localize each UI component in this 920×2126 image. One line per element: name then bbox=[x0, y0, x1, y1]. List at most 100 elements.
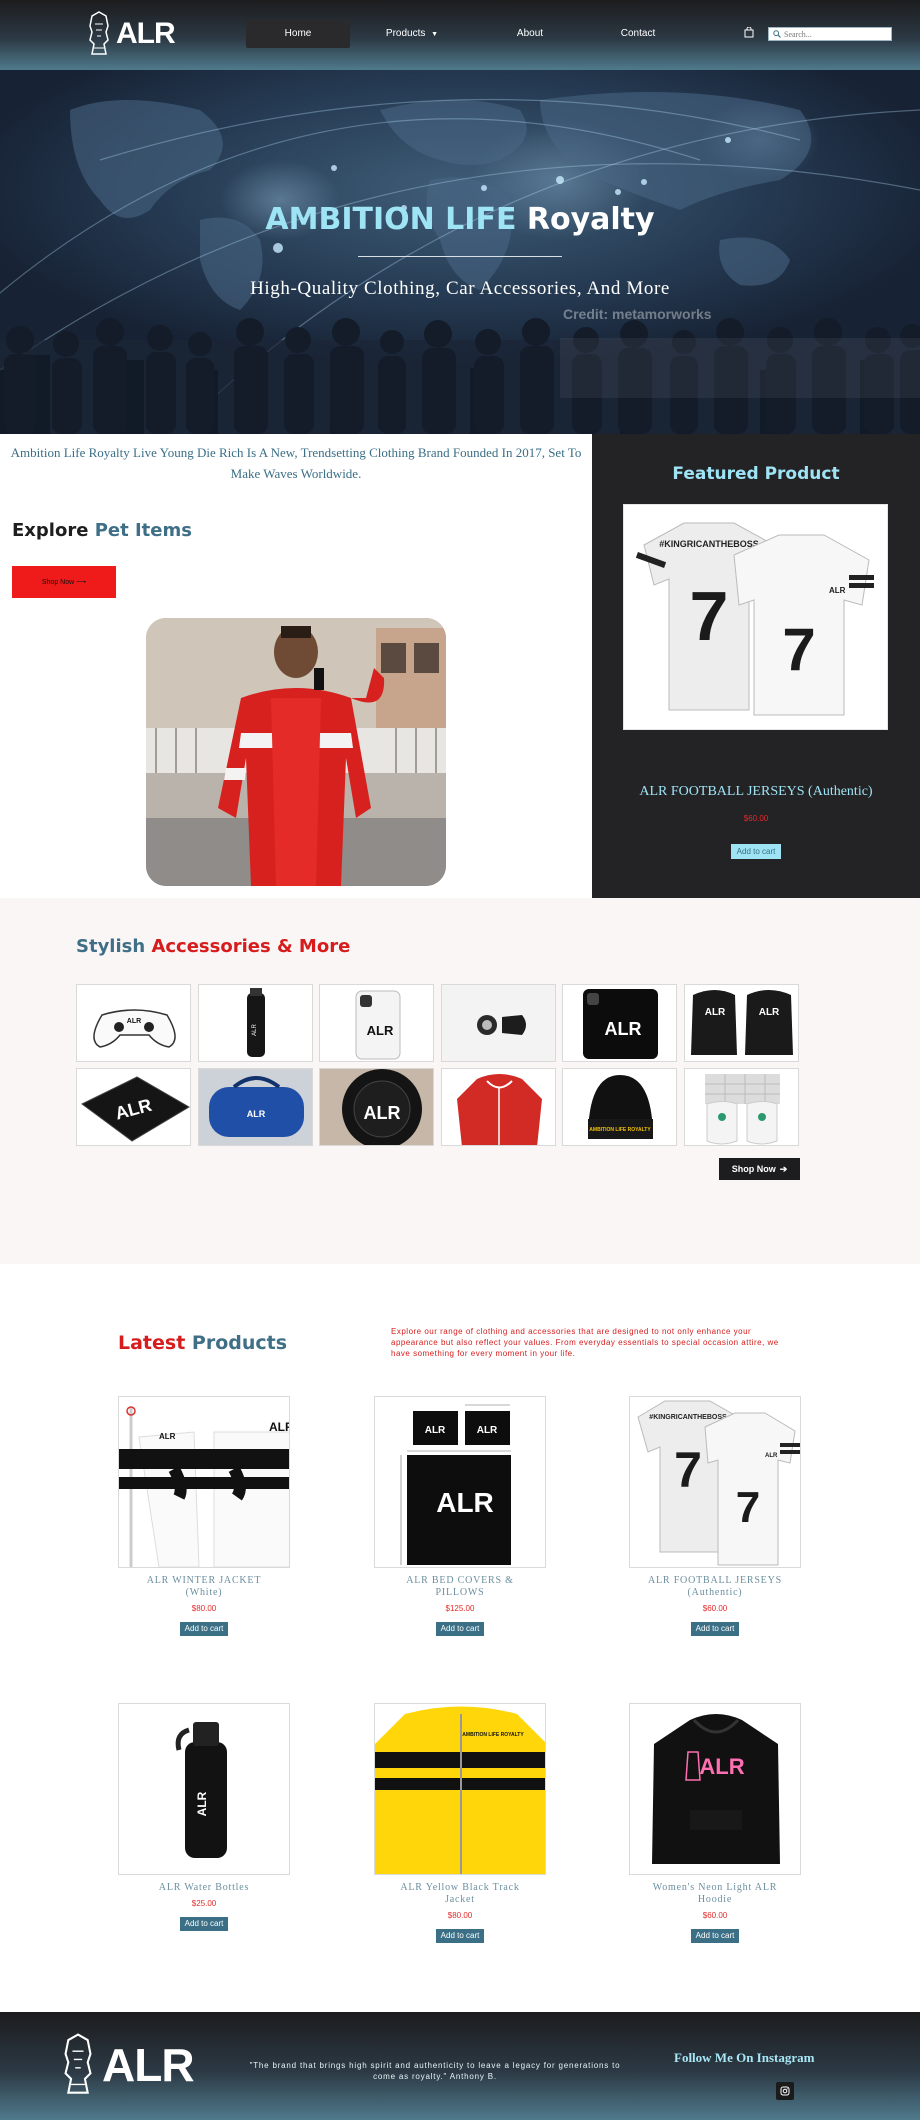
product-price: $125.00 bbox=[445, 1604, 475, 1613]
hero-title: AMBITION LIFE Royalty bbox=[0, 202, 920, 237]
accessory-tile-tire-cover[interactable]: ALR bbox=[319, 1068, 434, 1146]
arrow-right-icon: ➔ bbox=[779, 1163, 788, 1174]
search-box bbox=[768, 27, 892, 41]
latest-description: Explore our range of clothing and access… bbox=[391, 1327, 779, 1358]
product-price: $80.00 bbox=[191, 1604, 217, 1613]
site-logo[interactable]: ALR bbox=[86, 9, 176, 59]
latest-products-section: Latest Products Explore our range of clo… bbox=[0, 1264, 920, 2012]
search-input[interactable] bbox=[784, 29, 884, 39]
svg-text:ALR: ALR bbox=[269, 1420, 290, 1434]
pharaoh-logo-icon bbox=[89, 11, 109, 55]
featured-product-image[interactable]: #KINGRICANTHEBOSS 7 7 ALR bbox=[623, 504, 888, 730]
nav-home[interactable]: Home bbox=[246, 20, 350, 48]
follow-instagram-label: Follow Me On Instagram bbox=[674, 2050, 815, 2065]
product-name[interactable]: ALR Yellow Black Track Jacket bbox=[374, 1882, 546, 1906]
hero-subtitle: High-Quality Clothing, Car Accessories, … bbox=[250, 278, 670, 299]
nav-about[interactable]: About bbox=[478, 20, 582, 48]
svg-text:AMBITION LIFE ROYALTY: AMBITION LIFE ROYALTY bbox=[589, 1127, 651, 1133]
svg-text:ALR: ALR bbox=[605, 1019, 642, 1039]
featured-add-to-cart-button[interactable]: Add to cart bbox=[731, 844, 781, 859]
svg-text:ALR: ALR bbox=[195, 1791, 209, 1816]
hero-banner: AMBITION LIFE Royalty High-Quality Cloth… bbox=[0, 70, 920, 434]
product-image[interactable]: #KINGRICANTHEBOSS 7 7 ALR bbox=[629, 1396, 801, 1568]
svg-text:ALR: ALR bbox=[252, 1023, 258, 1035]
featured-product-name[interactable]: ALR FOOTBALL JERSEYS (Authentic) bbox=[592, 784, 920, 800]
explore-title-accent: Pet Items bbox=[94, 520, 192, 541]
accessory-tile-game-controller[interactable]: ALR bbox=[76, 984, 191, 1062]
product-price: $25.00 bbox=[191, 1899, 217, 1908]
hero-title-main: Royalty bbox=[526, 202, 655, 237]
shop-pet-items-button[interactable]: Shop Now ⟶ bbox=[12, 566, 116, 598]
svg-text:ALR: ALR bbox=[364, 1103, 401, 1123]
svg-text:ALR: ALR bbox=[159, 1432, 176, 1441]
hero-background-image bbox=[0, 92, 920, 434]
nav-contact[interactable]: Contact bbox=[586, 20, 690, 48]
latest-title-accent: Latest bbox=[118, 1332, 186, 1354]
shopping-bag-icon[interactable] bbox=[744, 27, 754, 38]
svg-text:ALR: ALR bbox=[765, 1453, 778, 1459]
svg-text:7: 7 bbox=[690, 577, 729, 655]
product-card: ALR ALR ALR ALR BED COVERS & PILLOWS $12… bbox=[374, 1396, 546, 1636]
svg-text:7: 7 bbox=[782, 616, 815, 683]
hero-title-accent: AMBITION LIFE bbox=[265, 202, 517, 237]
accessories-gallery: ALR ALR ALR ALR ALR ALR ALR ALR ALR AMBI… bbox=[76, 984, 800, 1146]
footer-logo[interactable]: ALR bbox=[60, 2030, 195, 2100]
featured-product-price: $60.00 bbox=[743, 814, 769, 823]
product-name[interactable]: ALR FOOTBALL JERSEYS (Authentic) bbox=[629, 1575, 801, 1599]
search-icon bbox=[773, 30, 781, 38]
accessory-tile-mouse-pad[interactable]: ALR bbox=[76, 1068, 191, 1146]
accessory-tile-phone-case-black[interactable]: ALR bbox=[562, 984, 677, 1062]
shop-accessories-button[interactable]: Shop Now ➔ bbox=[719, 1158, 800, 1180]
latest-title: Latest Products bbox=[118, 1332, 287, 1354]
hero-photo-credit: Credit: metamorworks bbox=[563, 306, 712, 322]
product-image[interactable]: ALR bbox=[118, 1703, 290, 1875]
accessory-tile-car-mount[interactable] bbox=[440, 984, 556, 1062]
product-card: ALR ALR Water Bottles $25.00 Add to cart bbox=[118, 1703, 290, 1931]
accessory-tile-water-bottle[interactable]: ALR bbox=[197, 984, 313, 1062]
model-photo bbox=[146, 618, 446, 886]
add-to-cart-button[interactable]: Add to cart bbox=[691, 1929, 739, 1943]
svg-text:ALR: ALR bbox=[127, 1018, 141, 1025]
accessory-tile-slides[interactable] bbox=[683, 1068, 799, 1146]
product-price: $60.00 bbox=[702, 1604, 728, 1613]
svg-text:ALR: ALR bbox=[246, 1109, 265, 1119]
featured-product-panel: Featured Product #KINGRICANTHEBOSS 7 7 A… bbox=[592, 434, 920, 898]
instagram-icon[interactable] bbox=[776, 2082, 794, 2100]
accessories-section: Stylish Accessories & More ALR ALR ALR A… bbox=[0, 898, 920, 1264]
add-to-cart-button[interactable]: Add to cart bbox=[180, 1917, 228, 1931]
accessory-tile-duffel-bag[interactable]: ALR bbox=[197, 1068, 313, 1146]
nav-products[interactable]: Products ▼ bbox=[360, 20, 464, 48]
svg-text:7: 7 bbox=[674, 1442, 702, 1498]
accessory-tile-car-seat-covers[interactable]: ALR ALR bbox=[683, 984, 799, 1062]
product-card: ALR Women's Neon Light ALR Hoodie $60.00… bbox=[629, 1703, 801, 1943]
svg-text:ALR: ALR bbox=[436, 1487, 494, 1518]
product-price: $80.00 bbox=[447, 1911, 473, 1920]
site-footer: ALR "The brand that brings high spirit a… bbox=[0, 2012, 920, 2120]
nav-about-label: About bbox=[516, 28, 544, 39]
product-image[interactable]: ALR ALR ALR bbox=[374, 1396, 546, 1568]
nav-home-label: Home bbox=[284, 28, 312, 39]
add-to-cart-button[interactable]: Add to cart bbox=[436, 1622, 484, 1636]
product-image[interactable]: ALR ALR bbox=[118, 1396, 290, 1568]
product-image[interactable]: AMBITION LIFE ROYALTY bbox=[374, 1703, 546, 1875]
featured-title: Featured Product bbox=[672, 464, 840, 484]
svg-text:ALR: ALR bbox=[425, 1425, 446, 1436]
product-name[interactable]: Women's Neon Light ALR Hoodie bbox=[629, 1882, 801, 1906]
svg-text:ALR: ALR bbox=[477, 1425, 498, 1436]
accessory-tile-red-hoodie[interactable] bbox=[440, 1068, 556, 1146]
jersey-back-text: #KINGRICANTHEBOSS bbox=[649, 1414, 727, 1421]
add-to-cart-button[interactable]: Add to cart bbox=[180, 1622, 228, 1636]
svg-text:ALR: ALR bbox=[758, 1007, 779, 1018]
product-name[interactable]: ALR BED COVERS & PILLOWS bbox=[374, 1575, 546, 1599]
product-image[interactable]: ALR bbox=[629, 1703, 801, 1875]
product-name[interactable]: ALR WINTER JACKET (White) bbox=[118, 1575, 290, 1599]
add-to-cart-button[interactable]: Add to cart bbox=[691, 1622, 739, 1636]
product-card: AMBITION LIFE ROYALTY ALR Yellow Black T… bbox=[374, 1703, 546, 1943]
svg-text:7: 7 bbox=[736, 1483, 760, 1532]
accessory-tile-phone-case[interactable]: ALR bbox=[319, 984, 434, 1062]
product-name[interactable]: ALR Water Bottles bbox=[118, 1882, 290, 1894]
footer-quote: "The brand that brings high spirit and a… bbox=[249, 2061, 621, 2081]
accessory-tile-beanie[interactable]: AMBITION LIFE ROYALTY bbox=[562, 1068, 677, 1146]
pharaoh-logo-icon bbox=[64, 2033, 92, 2094]
add-to-cart-button[interactable]: Add to cart bbox=[436, 1929, 484, 1943]
